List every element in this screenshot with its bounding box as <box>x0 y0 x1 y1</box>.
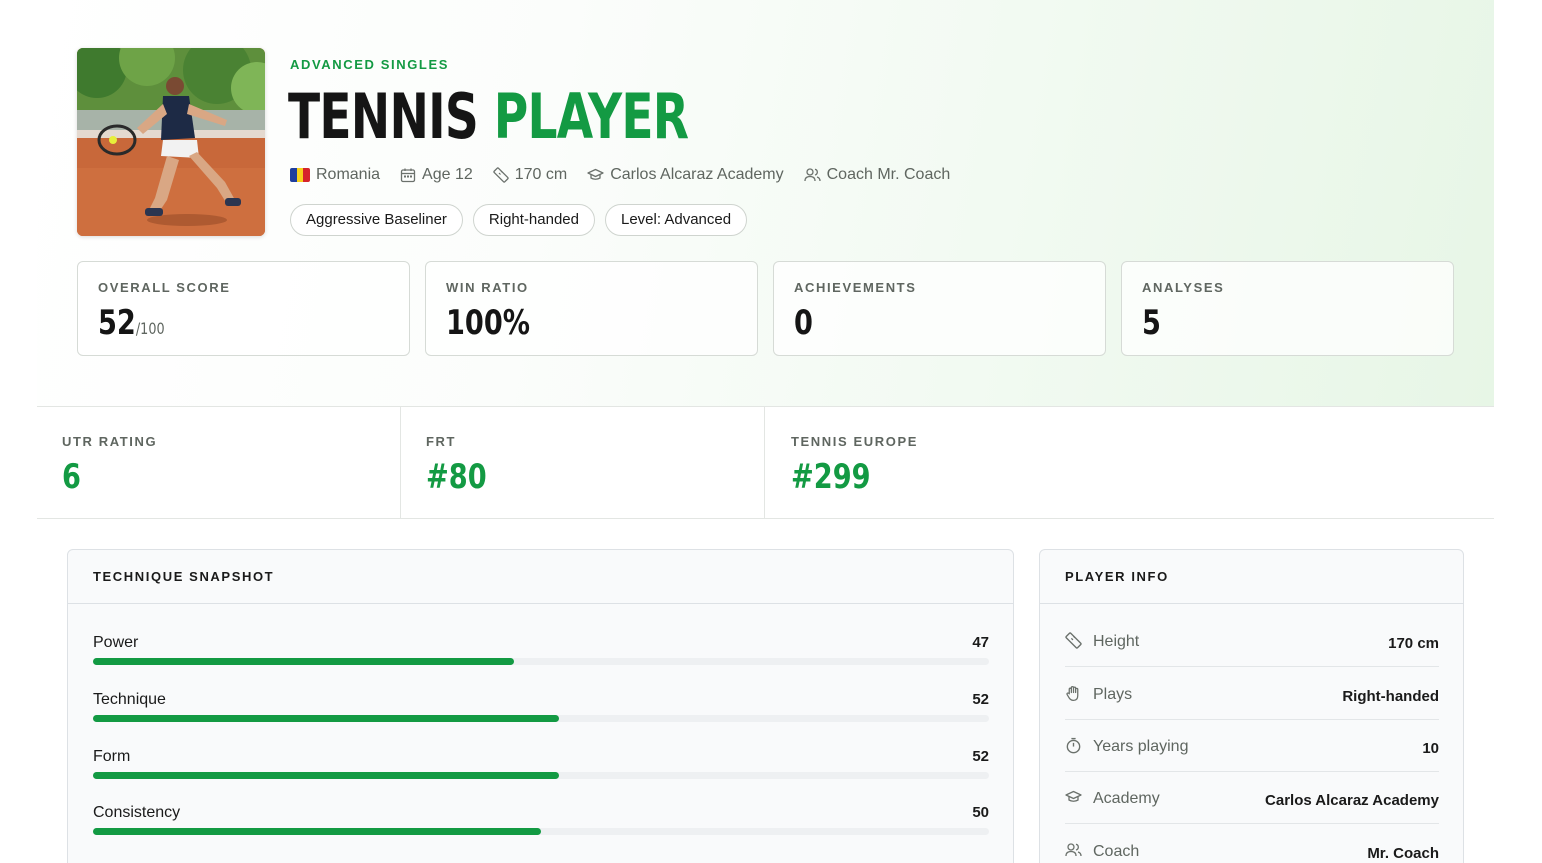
title-part-1: TENNIS <box>288 80 479 153</box>
skill-value: 50 <box>972 804 989 821</box>
stat-number: 0 <box>794 303 813 343</box>
skill-row-power: Power 47 <box>93 634 989 674</box>
info-key: Coach <box>1093 843 1140 860</box>
rating-label: FRT <box>426 434 457 449</box>
stat-label: ANALYSES <box>1142 280 1225 295</box>
skill-name: Technique <box>93 691 166 708</box>
player-info-panel: PLAYER INFO Height 170 cm Plays Right-ha… <box>1039 549 1464 863</box>
rating-label: UTR RATING <box>62 434 158 449</box>
calendar-icon <box>400 167 416 183</box>
info-key: Years playing <box>1093 738 1189 755</box>
skill-name: Consistency <box>93 804 181 821</box>
ratings-strip: UTR RATING 6 FRT #80 TENNIS EUROPE #299 <box>37 407 1494 519</box>
skill-row-technique: Technique 52 <box>93 691 989 731</box>
rating-tennis-europe: TENNIS EUROPE #299 <box>766 407 1130 518</box>
meta-country-label: Romania <box>316 166 381 183</box>
rating-value: #299 <box>791 457 871 497</box>
skill-row-form: Form 52 <box>93 748 989 788</box>
info-key: Height <box>1093 633 1140 650</box>
rating-label: TENNIS EUROPE <box>791 434 918 449</box>
player-meta: Romania Age 12 170 cm Carlos Alcaraz Aca… <box>290 166 970 184</box>
graduation-cap-icon <box>1065 789 1082 805</box>
tag-chip[interactable]: Level: Advanced <box>604 204 748 236</box>
skill-progress-fill <box>93 828 541 835</box>
skill-value: 47 <box>972 634 989 651</box>
users-icon <box>803 167 821 183</box>
skill-progress-fill <box>93 658 515 665</box>
meta-age: Age 12 <box>400 166 473 184</box>
rating-frt: FRT #80 <box>401 407 765 518</box>
ruler-icon <box>1065 632 1082 649</box>
meta-academy: Carlos Alcaraz Academy <box>587 166 784 184</box>
stat-value: 5 <box>1142 302 1161 344</box>
stat-value: 0 <box>794 302 813 344</box>
rating-utr: UTR RATING 6 <box>37 407 401 518</box>
meta-age-label: Age 12 <box>422 166 473 183</box>
skill-progress-fill <box>93 715 559 722</box>
info-value: 10 <box>1422 740 1439 757</box>
level-eyebrow: ADVANCED SINGLES <box>290 57 449 72</box>
meta-country: Romania <box>290 166 380 184</box>
info-row-years-playing: Years playing 10 <box>1065 719 1439 772</box>
skill-row-consistency: Consistency 50 <box>93 804 989 844</box>
skill-progress-track <box>93 772 989 779</box>
stat-label: ACHIEVEMENTS <box>794 280 917 295</box>
graduation-cap-icon <box>587 167 604 183</box>
stat-number: 100% <box>446 303 531 343</box>
hand-icon <box>1065 685 1082 702</box>
stat-number: 5 <box>1142 303 1161 343</box>
player-photo <box>77 48 265 236</box>
title-part-2: PLAYER <box>493 80 689 153</box>
tag-chip[interactable]: Right-handed <box>472 204 595 236</box>
stat-card-achievements: ACHIEVEMENTS 0 <box>773 261 1106 356</box>
skill-progress-fill <box>93 772 559 779</box>
player-hero: ADVANCED SINGLES TENNIS PLAYER Romania A… <box>37 0 1494 407</box>
meta-height-label: 170 cm <box>514 166 568 183</box>
stat-suffix: /100 <box>135 319 165 338</box>
info-row-height: Height 170 cm <box>1065 614 1439 667</box>
stat-number: 52 <box>98 303 136 343</box>
rating-value: 6 <box>62 457 81 497</box>
technique-snapshot-panel: TECHNIQUE SNAPSHOT Power 47 Technique 52… <box>67 549 1014 863</box>
ruler-icon <box>493 167 509 183</box>
stat-value: 52/100 <box>98 302 165 350</box>
info-value: Right-handed <box>1342 688 1439 705</box>
skill-name: Power <box>93 634 139 651</box>
skill-name: Form <box>93 748 131 765</box>
skill-value: 52 <box>972 748 989 765</box>
skill-progress-track <box>93 828 989 835</box>
stat-label: OVERALL SCORE <box>98 280 231 295</box>
info-row-academy: Academy Carlos Alcaraz Academy <box>1065 771 1439 824</box>
romania-flag-icon <box>290 168 310 182</box>
stat-card-win-ratio: WIN RATIO 100% <box>425 261 758 356</box>
tag-chip[interactable]: Aggressive Baseliner <box>290 204 463 236</box>
info-value: 170 cm <box>1388 635 1439 652</box>
skill-progress-track <box>93 658 989 665</box>
meta-coach-label: Coach Mr. Coach <box>826 166 951 183</box>
info-key: Plays <box>1093 686 1133 703</box>
meta-academy-label: Carlos Alcaraz Academy <box>610 166 784 183</box>
stat-label: WIN RATIO <box>446 280 529 295</box>
stat-value: 100% <box>446 302 530 344</box>
stopwatch-icon <box>1065 737 1082 754</box>
rating-value: #80 <box>426 457 487 497</box>
info-row-coach: Coach Mr. Coach <box>1065 824 1439 863</box>
player-tags: Aggressive Baseliner Right-handed Level:… <box>290 204 757 236</box>
stat-card-overall-score: OVERALL SCORE 52/100 <box>77 261 410 356</box>
meta-height: 170 cm <box>493 166 567 184</box>
page-title: TENNIS PLAYER <box>288 78 689 156</box>
users-icon <box>1065 842 1082 858</box>
stat-card-analyses: ANALYSES 5 <box>1121 261 1454 356</box>
panel-title: PLAYER INFO <box>1040 550 1463 604</box>
meta-coach: Coach Mr. Coach <box>803 166 951 184</box>
info-value: Mr. Coach <box>1367 845 1439 862</box>
info-value: Carlos Alcaraz Academy <box>1265 792 1439 809</box>
info-key: Academy <box>1093 790 1160 807</box>
panel-title: TECHNIQUE SNAPSHOT <box>68 550 1013 604</box>
info-row-plays: Plays Right-handed <box>1065 667 1439 720</box>
skill-value: 52 <box>972 691 989 708</box>
skill-progress-track <box>93 715 989 722</box>
